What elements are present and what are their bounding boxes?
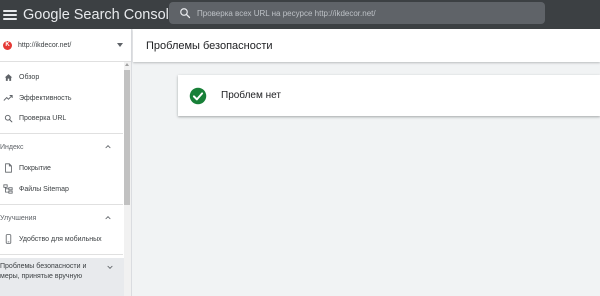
dropdown-arrow-icon[interactable] xyxy=(117,43,123,47)
trend-icon xyxy=(2,92,14,104)
sidebar-item-coverage[interactable]: Покрытие xyxy=(0,158,123,178)
menu-bar-line xyxy=(3,13,17,16)
search-icon[interactable] xyxy=(175,3,195,23)
sidebar-item-label: Проверка URL xyxy=(19,114,67,122)
sidebar-item-mobile-usability[interactable]: Удобство для мобильных xyxy=(0,229,123,249)
sidebar-item-sitemaps[interactable]: Файлы Sitemap xyxy=(0,179,123,199)
page-title: Проблемы безопасности xyxy=(146,39,273,52)
menu-bar-line xyxy=(3,17,17,20)
sidebar-item-overview[interactable]: Обзор xyxy=(0,67,123,87)
sidebar-divider xyxy=(0,254,123,255)
section-label: Индекс xyxy=(0,143,24,151)
search-icon xyxy=(2,112,14,124)
sidebar-divider xyxy=(0,204,123,205)
sidebar-item-label: Обзор xyxy=(19,73,40,81)
chevron-down-icon xyxy=(105,262,115,272)
section-header-enhancements[interactable]: Улучшения xyxy=(0,210,123,226)
sidebar-item-label: Файлы Sitemap xyxy=(19,185,69,193)
mobile-icon xyxy=(2,233,14,245)
sidebar-navigation: K http://ikdecor.net/ Обзор Эффективност… xyxy=(0,29,132,296)
sidebar-item-performance[interactable]: Эффективность xyxy=(0,88,123,108)
brand-google-text: Google xyxy=(23,6,70,23)
chevron-up-icon xyxy=(103,213,113,223)
property-selector[interactable]: K http://ikdecor.net/ xyxy=(0,29,131,62)
url-inspection-search-bar[interactable] xyxy=(169,2,545,24)
section-label: Проблемы безопасности и меры, принятые в… xyxy=(0,263,87,280)
sidebar-item-url-inspection[interactable]: Проверка URL xyxy=(0,108,123,128)
product-logo[interactable]: Google Search Console xyxy=(23,7,177,23)
main-content: Проблемы безопасности Проблем нет xyxy=(133,29,600,296)
scroll-up-arrow-icon[interactable] xyxy=(125,63,129,66)
menu-bar-line xyxy=(3,9,17,12)
sidebar-item-label: Удобство для мобильных xyxy=(19,235,102,243)
check-circle-icon xyxy=(189,87,207,105)
url-inspection-input[interactable] xyxy=(197,2,545,24)
property-favicon-icon: K xyxy=(3,40,12,50)
section-header-index[interactable]: Индекс xyxy=(0,139,123,155)
status-message: Проблем нет xyxy=(221,90,281,101)
chevron-up-icon xyxy=(103,142,113,152)
page-header: Проблемы безопасности xyxy=(133,29,600,62)
section-header-security-manual-actions[interactable]: Проблемы безопасности и меры, принятые в… xyxy=(0,258,124,296)
property-url: http://ikdecor.net/ xyxy=(18,41,72,49)
security-status-card: Проблем нет xyxy=(178,75,600,116)
sidebar-item-label: Покрытие xyxy=(19,164,51,172)
home-icon xyxy=(2,71,14,83)
brand-product-text: Search Console xyxy=(73,6,177,23)
document-icon xyxy=(2,162,14,174)
sitemap-icon xyxy=(2,183,14,195)
top-app-bar: Google Search Console xyxy=(0,0,600,29)
sidebar-divider xyxy=(0,133,123,134)
sidebar-item-label: Эффективность xyxy=(19,94,72,102)
section-label: Улучшения xyxy=(0,214,37,222)
sidebar-scrollbar-thumb[interactable] xyxy=(124,70,130,205)
main-menu-button[interactable] xyxy=(3,9,17,20)
